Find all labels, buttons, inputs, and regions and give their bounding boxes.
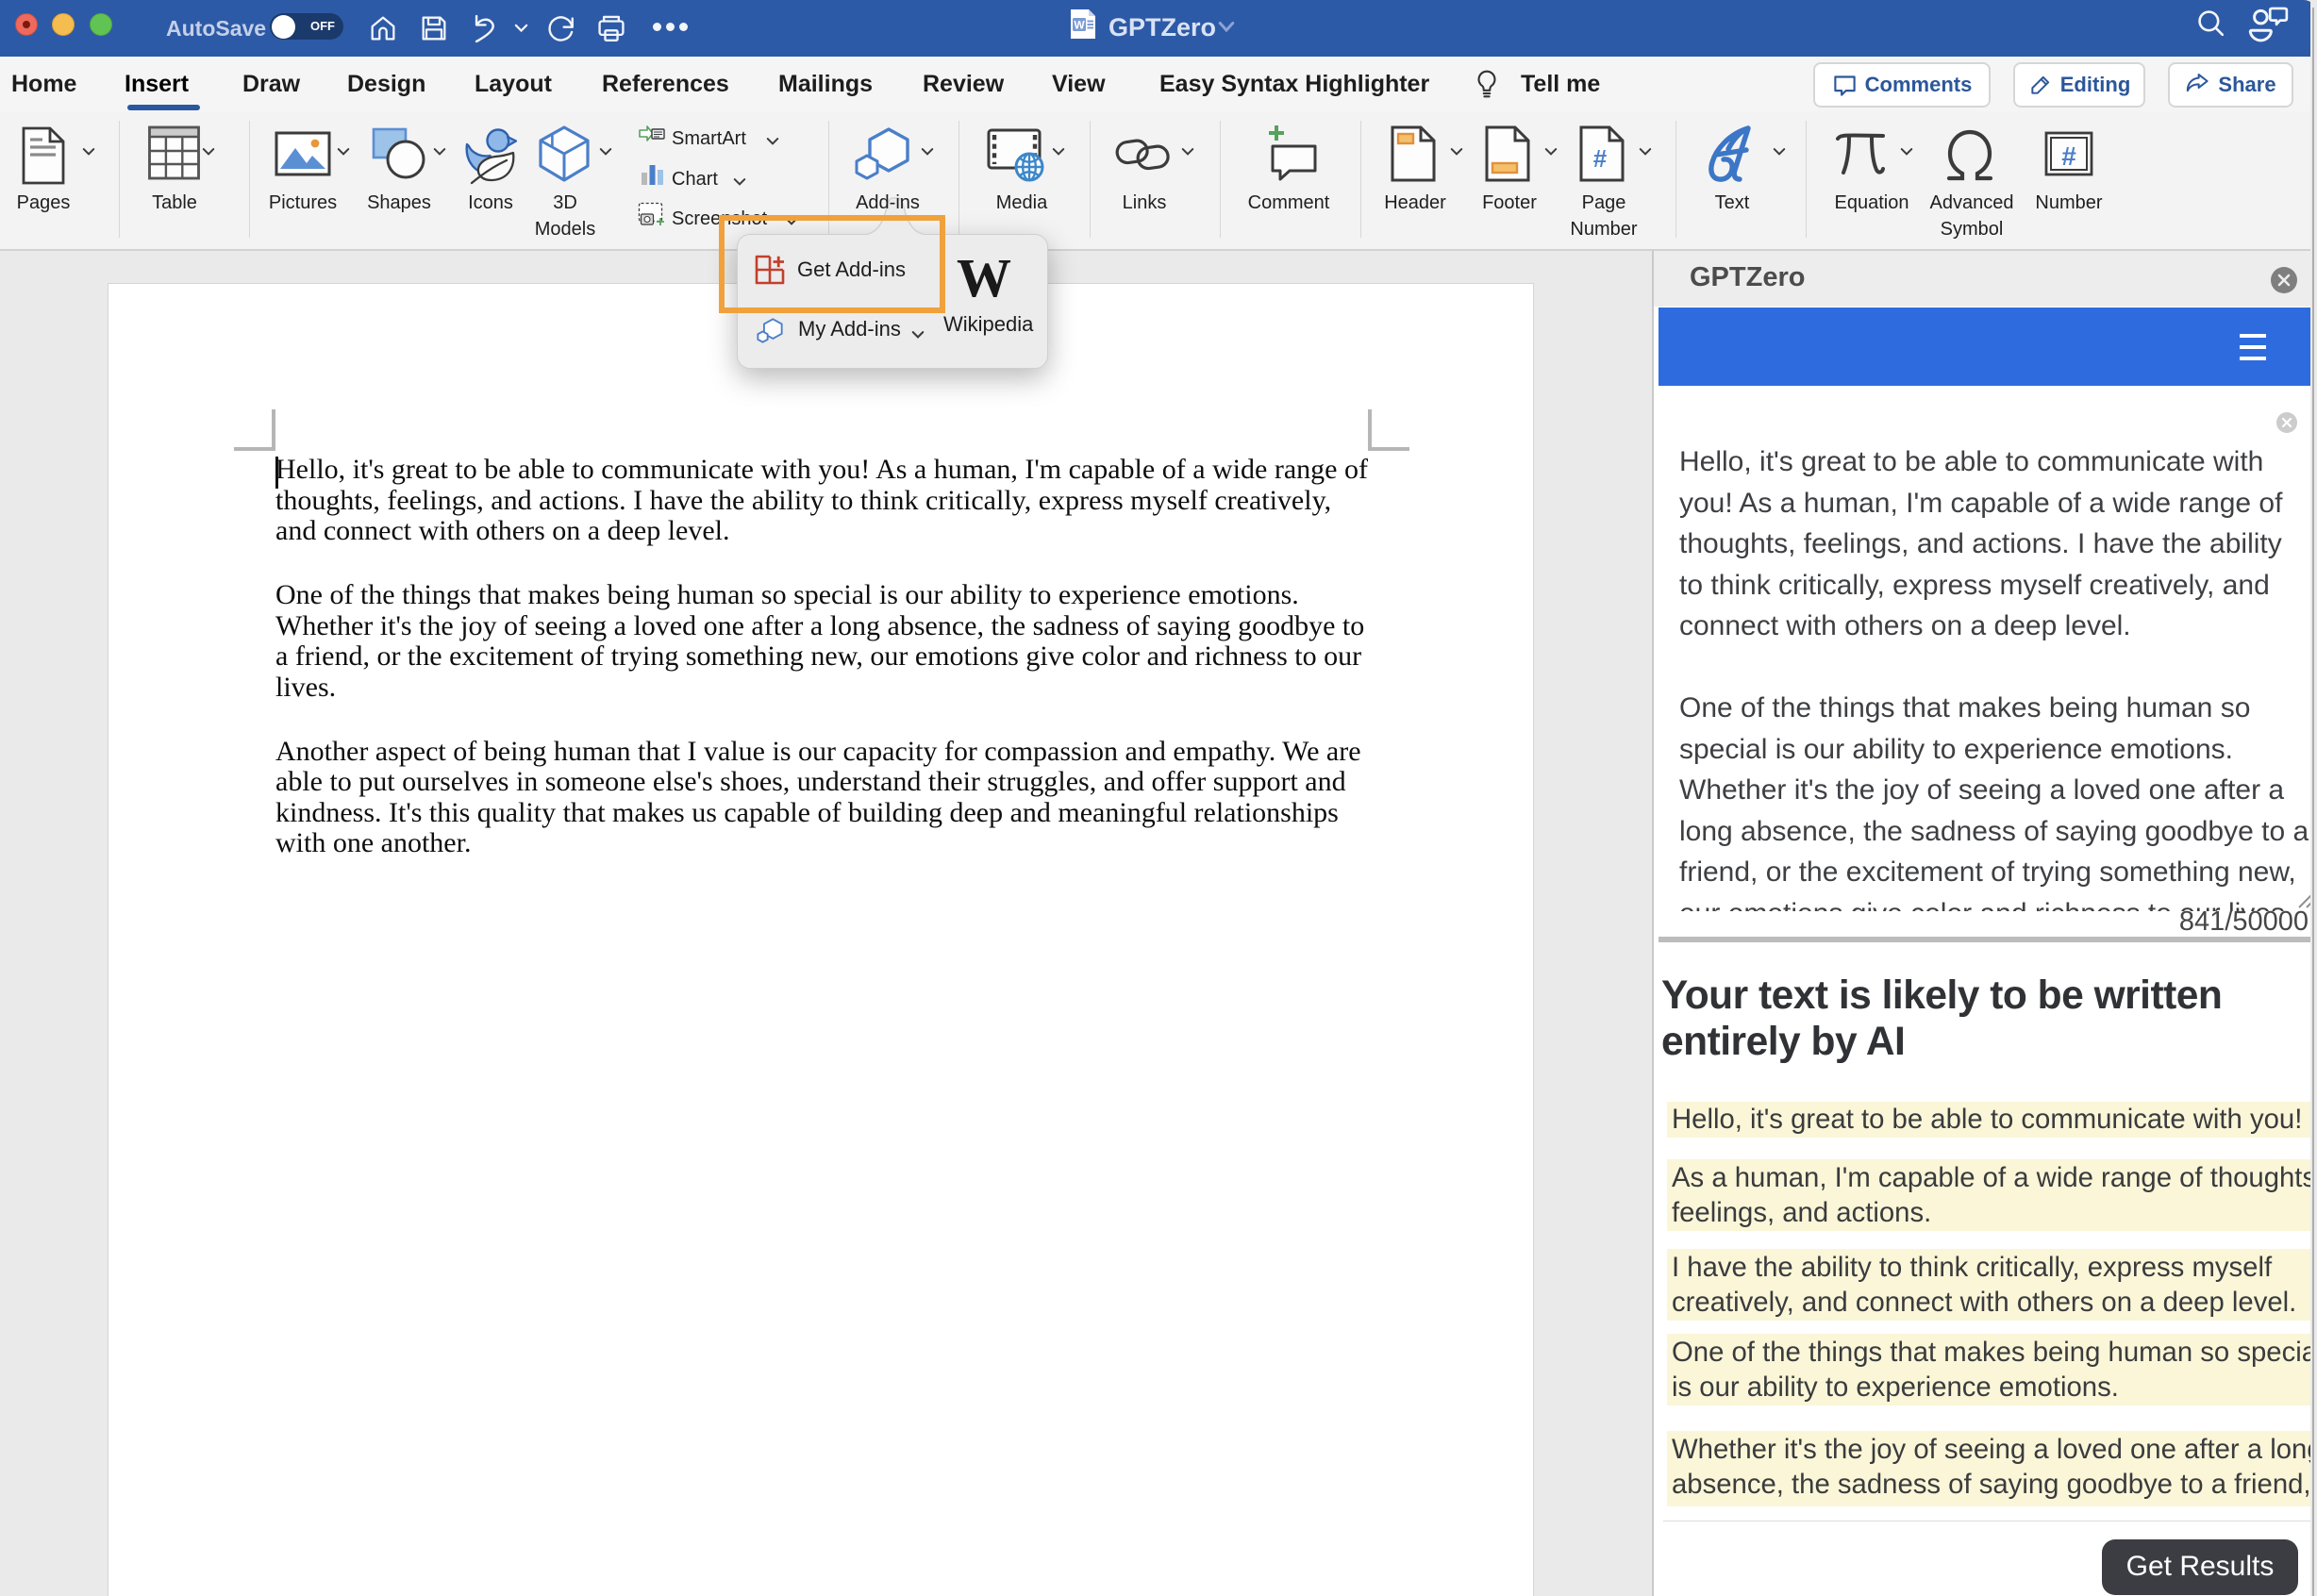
svg-text:#: # xyxy=(1593,144,1608,173)
svg-text:W: W xyxy=(1074,19,1085,32)
svg-text:#: # xyxy=(2061,141,2076,171)
